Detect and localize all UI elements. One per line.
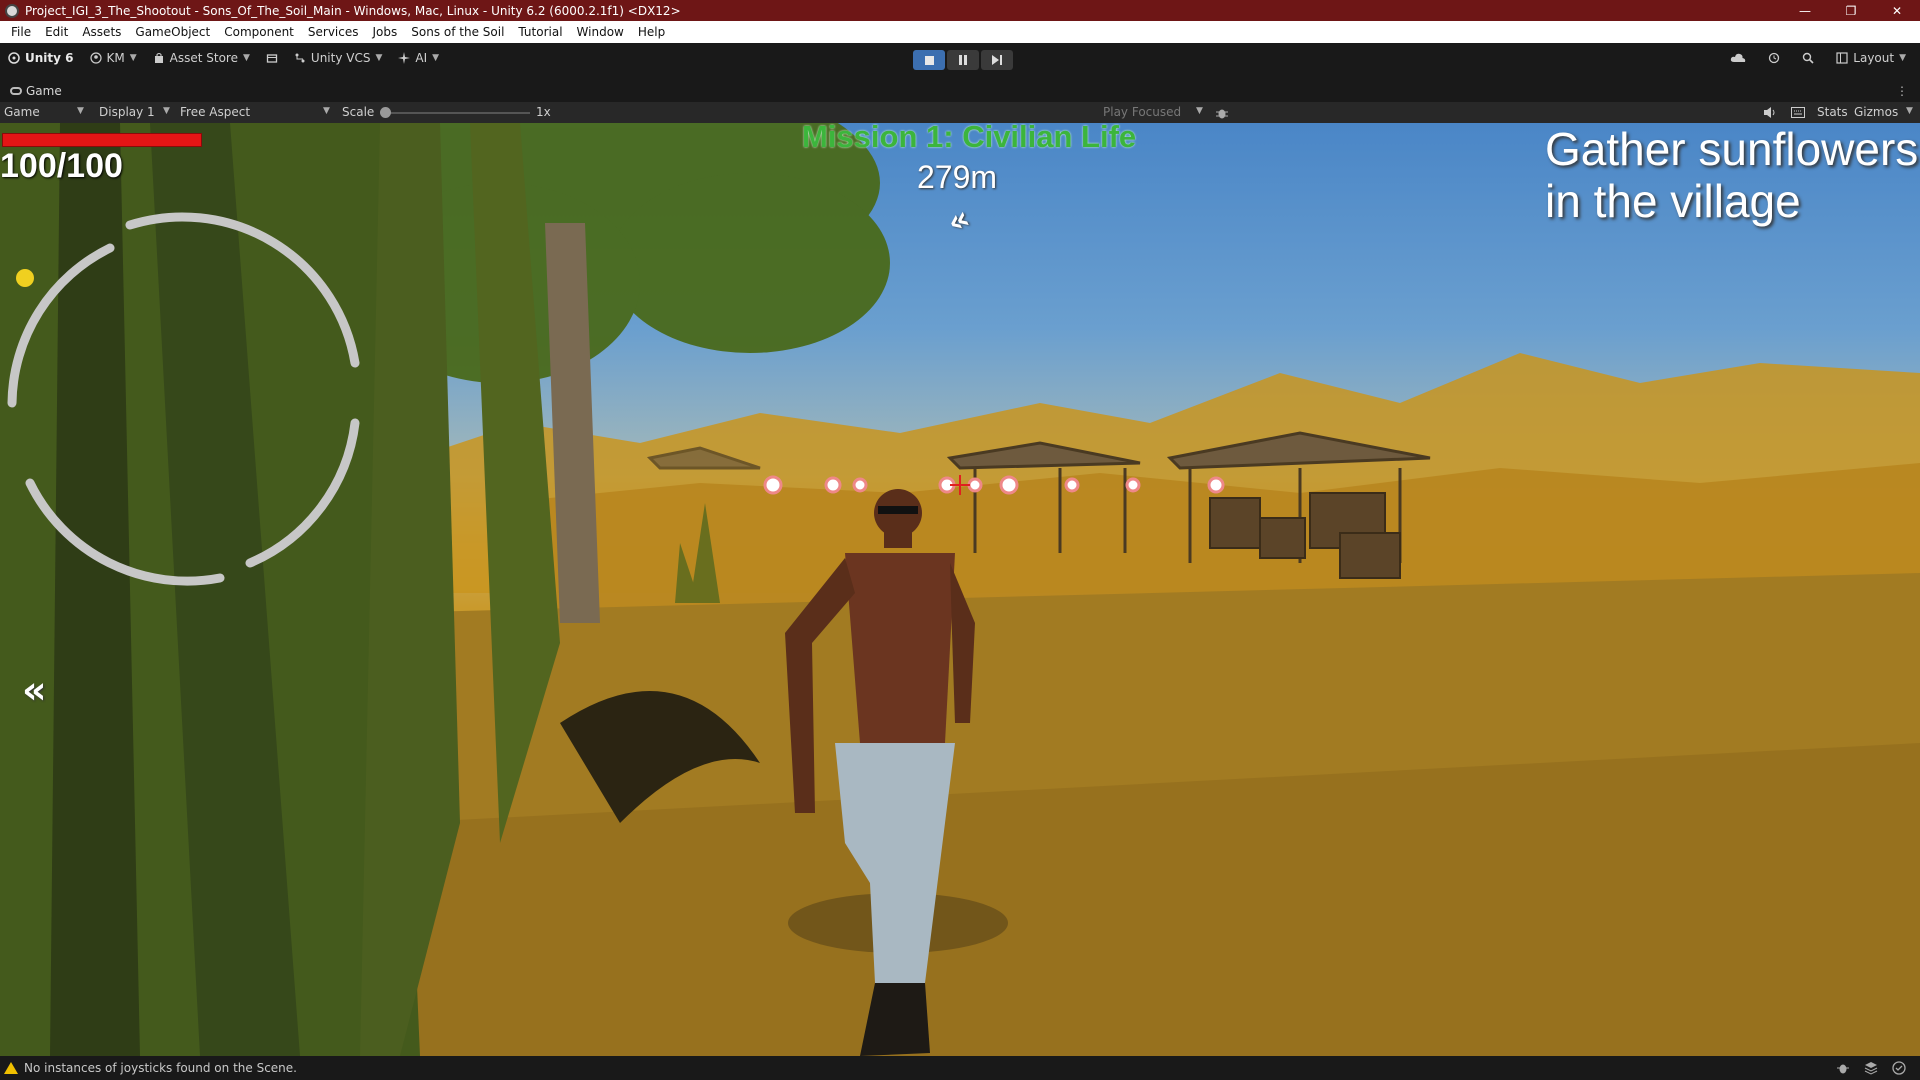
menu-edit[interactable]: Edit bbox=[38, 25, 75, 39]
play-controls bbox=[913, 50, 1013, 70]
package-icon bbox=[266, 54, 278, 63]
shopping-bag-icon bbox=[154, 53, 163, 63]
pause-button[interactable] bbox=[947, 50, 979, 70]
chevron-down-icon: ▼ bbox=[323, 106, 330, 116]
package-button[interactable] bbox=[266, 52, 278, 64]
scale-value: 1x bbox=[536, 105, 551, 119]
game-tab-label: Game bbox=[26, 83, 62, 98]
aspect-dropdown[interactable]: Free Aspect bbox=[180, 105, 250, 119]
layers-icon[interactable] bbox=[1864, 1061, 1878, 1075]
main-toolbar: Unity 6 KM ▼ Asset Store ▼ Unity VCS ▼ A… bbox=[0, 43, 1920, 79]
account-label: KM bbox=[106, 51, 125, 65]
window-title: Project_IGI_3_The_Shootout - Sons_Of_The… bbox=[25, 3, 681, 18]
unity-account-button[interactable]: Unity 6 bbox=[8, 51, 74, 65]
status-bar: No instances of joysticks found on the S… bbox=[0, 1056, 1920, 1080]
health-bar bbox=[2, 133, 202, 147]
warning-icon bbox=[4, 1062, 18, 1074]
menu-services[interactable]: Services bbox=[301, 25, 366, 39]
check-circle-icon[interactable] bbox=[1892, 1061, 1906, 1075]
layout-label: Layout bbox=[1853, 51, 1895, 65]
scale-slider-handle[interactable] bbox=[380, 107, 391, 118]
mission-title: Mission 1: Civilian Life bbox=[802, 123, 1137, 154]
chevron-down-icon: ▼ bbox=[1196, 106, 1203, 116]
version-control-dropdown[interactable]: Unity VCS ▼ bbox=[294, 51, 382, 65]
pause-icon bbox=[959, 55, 967, 65]
menu-sons-of-the-soil[interactable]: Sons of the Soil bbox=[404, 25, 511, 39]
chevron-down-icon: ▼ bbox=[243, 53, 250, 63]
chevron-down-icon: ▼ bbox=[1899, 53, 1906, 63]
chevron-down-icon: ▼ bbox=[77, 106, 84, 116]
status-message[interactable]: No instances of joysticks found on the S… bbox=[24, 1061, 297, 1075]
menu-assets[interactable]: Assets bbox=[75, 25, 128, 39]
chevron-down-icon: ▼ bbox=[432, 53, 440, 63]
menu-component[interactable]: Component bbox=[217, 25, 301, 39]
more-options-icon[interactable]: ⋮ bbox=[1896, 84, 1908, 98]
scale-label: Scale bbox=[342, 105, 375, 119]
ai-dropdown[interactable]: AI ▼ bbox=[398, 51, 439, 65]
chevron-down-icon: ▼ bbox=[163, 106, 170, 116]
view-mode-dropdown[interactable]: Game bbox=[4, 105, 40, 119]
chevron-down-icon: ▼ bbox=[129, 53, 137, 63]
audio-icon[interactable] bbox=[1763, 106, 1777, 119]
asset-store-dropdown[interactable]: Asset Store ▼ bbox=[153, 51, 250, 65]
menu-window[interactable]: Window bbox=[570, 25, 631, 39]
scale-slider-track[interactable] bbox=[384, 112, 530, 114]
layout-icon bbox=[1836, 52, 1848, 64]
ai-label: AI bbox=[415, 51, 428, 65]
minimize-button[interactable]: — bbox=[1782, 0, 1828, 21]
menu-help[interactable]: Help bbox=[631, 25, 672, 39]
vcs-label: Unity VCS bbox=[310, 51, 371, 65]
objective-line-2: in the village bbox=[1545, 175, 1801, 227]
display-dropdown[interactable]: Display 1 bbox=[99, 105, 155, 119]
history-icon[interactable] bbox=[1768, 52, 1780, 64]
objective-text: Gather sunflowers in the village bbox=[1545, 123, 1920, 227]
keyboard-icon[interactable] bbox=[1791, 107, 1805, 118]
objective-line-1: Gather sunflowers bbox=[1545, 123, 1919, 175]
unity-logo-icon bbox=[8, 52, 20, 64]
minimap-objective-dot bbox=[16, 269, 34, 287]
gamepad-icon bbox=[10, 86, 22, 95]
cloud-icon[interactable] bbox=[1730, 52, 1746, 64]
gizmos-button[interactable]: Gizmos bbox=[1854, 105, 1898, 119]
health-text: 100/100 bbox=[0, 147, 123, 185]
branch-icon bbox=[295, 53, 305, 63]
stop-icon bbox=[924, 55, 934, 65]
menu-jobs[interactable]: Jobs bbox=[366, 25, 405, 39]
menu-gameobject[interactable]: GameObject bbox=[128, 25, 217, 39]
user-icon bbox=[89, 52, 102, 64]
bug-report-icon[interactable] bbox=[1836, 1061, 1850, 1075]
menu-file[interactable]: File bbox=[4, 25, 38, 39]
bug-icon[interactable] bbox=[1215, 106, 1229, 120]
game-view-controls: Game ▼ Display 1 ▼ Free Aspect ▼ Scale 1… bbox=[0, 102, 1920, 123]
chevron-down-icon: ▼ bbox=[1906, 106, 1913, 116]
layout-dropdown[interactable]: Layout ▼ bbox=[1836, 51, 1906, 65]
unity-app-icon bbox=[5, 3, 19, 18]
search-icon[interactable] bbox=[1802, 52, 1814, 64]
game-view-tab[interactable]: Game ⋮ bbox=[0, 79, 1920, 102]
menu-tutorial[interactable]: Tutorial bbox=[511, 25, 569, 39]
game-scene bbox=[0, 123, 1920, 1056]
account-dropdown[interactable]: KM ▼ bbox=[89, 51, 137, 65]
close-button[interactable]: ✕ bbox=[1874, 0, 1920, 21]
step-button[interactable] bbox=[981, 50, 1013, 70]
chevron-down-icon: ▼ bbox=[375, 53, 383, 63]
play-button[interactable] bbox=[913, 50, 945, 70]
asset-store-label: Asset Store bbox=[169, 51, 238, 65]
menu-bar: File Edit Assets GameObject Component Se… bbox=[0, 21, 1920, 43]
left-edge-arrow: « bbox=[22, 668, 47, 712]
play-mode-dropdown[interactable]: Play Focused bbox=[1103, 105, 1181, 119]
unity-version-label: Unity 6 bbox=[25, 51, 74, 65]
window-controls: — ❐ ✕ bbox=[1782, 0, 1920, 21]
restore-button[interactable]: ❐ bbox=[1828, 0, 1874, 21]
objective-distance: 279m bbox=[917, 159, 998, 195]
window-title-bar: Project_IGI_3_The_Shootout - Sons_Of_The… bbox=[0, 0, 1920, 21]
sparkle-icon bbox=[398, 52, 411, 64]
step-icon bbox=[992, 55, 1002, 65]
stats-button[interactable]: Stats bbox=[1817, 105, 1848, 119]
game-viewport[interactable]: 100/100 Mission 1: Civilian Life 279m « … bbox=[0, 123, 1920, 1056]
